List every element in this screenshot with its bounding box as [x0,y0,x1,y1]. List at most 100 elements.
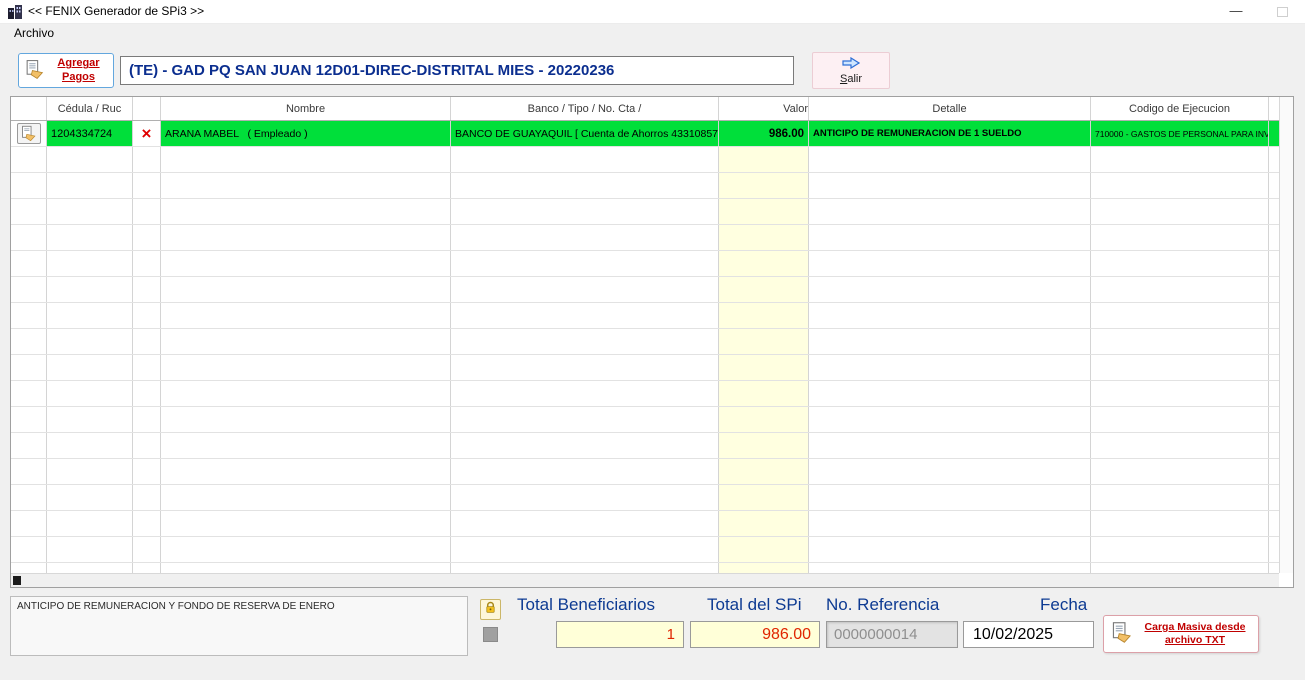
cedula-cell [47,537,133,562]
menubar: Archivo [0,24,1305,42]
valor-cell [719,407,809,432]
valor-cell [719,433,809,458]
detalle-cell [809,433,1091,458]
edit-cell [11,485,47,510]
cedula-cell [47,173,133,198]
edit-cell [11,407,47,432]
empty-row [11,355,1279,381]
edit-row-button[interactable] [16,123,41,144]
valor-cell [719,355,809,380]
salir-button[interactable]: Salir [812,52,890,89]
detalle-cell [809,485,1091,510]
cedula-cell [47,199,133,224]
entity-title-field[interactable]: (TE) - GAD PQ SAN JUAN 12D01-DIREC-DISTR… [120,56,794,85]
toolbar: Agregar Pagos (TE) - GAD PQ SAN JUAN 12D… [0,42,1305,96]
descripcion-textarea[interactable]: ANTICIPO DE REMUNERACION Y FONDO DE RESE… [10,596,468,656]
edit-cell [11,381,47,406]
valor-cell [719,199,809,224]
delete-row-button[interactable]: × [142,125,152,142]
total-beneficiarios-label: Total Beneficiarios [517,595,655,614]
empty-row [11,459,1279,485]
nombre-cell [161,563,451,573]
codigo-cell [1091,407,1269,432]
codigo-cell [1091,199,1269,224]
nombre-cell [161,537,451,562]
header-delete-column [133,97,161,120]
nombre-cell [161,485,451,510]
detalle-cell [809,199,1091,224]
empty-row [11,225,1279,251]
valor-cell [719,225,809,250]
vertical-scrollbar[interactable] [1279,97,1293,573]
codigo-cell [1091,511,1269,536]
total-beneficiarios-field: 1 [556,621,684,648]
nombre-cell [161,381,451,406]
banco-cell [451,355,719,380]
cedula-cell [47,277,133,302]
menu-archivo[interactable]: Archivo [10,26,58,40]
banco-cell [451,173,719,198]
valor-cell [719,485,809,510]
codigo-cell [1091,355,1269,380]
empty-row [11,173,1279,199]
banco-cell [451,147,719,172]
valor-cell: 986.00 [719,121,809,146]
banco-cell [451,303,719,328]
nombre-cell [161,511,451,536]
detalle-cell [809,407,1091,432]
empty-row [11,511,1279,537]
edit-cell [11,121,47,146]
codigo-cell [1091,563,1269,573]
banco-cell [451,381,719,406]
nombre-cell [161,329,451,354]
detalle-cell [809,225,1091,250]
exit-arrow-icon [842,56,861,72]
fecha-field[interactable]: 10/02/2025 [963,621,1094,648]
minimize-button[interactable]: — [1215,0,1257,24]
valor-cell [719,251,809,276]
lock-button[interactable] [480,599,501,620]
edit-cell [11,433,47,458]
empty-row [11,199,1279,225]
empty-row [11,147,1279,173]
horizontal-scrollbar[interactable] [11,573,1279,587]
codigo-cell [1091,537,1269,562]
cedula-cell [47,381,133,406]
detalle-cell [809,563,1091,573]
bulk-load-icon [1110,621,1133,647]
horizontal-scrollbar-thumb[interactable] [13,576,21,585]
maximize-button[interactable] [1261,0,1303,24]
edit-cell [11,199,47,224]
nombre-cell [161,433,451,458]
cedula-cell [47,303,133,328]
banco-cell [451,251,719,276]
edit-cell [11,303,47,328]
nombre-cell [161,407,451,432]
agregar-pagos-button[interactable]: Agregar Pagos [18,53,114,88]
header-codigo: Codigo de Ejecucion [1091,97,1269,120]
nombre-cell [161,199,451,224]
header-detalle: Detalle [809,97,1091,120]
edit-cell [11,537,47,562]
empty-row [11,381,1279,407]
banco-cell [451,199,719,224]
delete-cell [133,381,161,406]
payment-row[interactable]: 1204334724 × ARANA MABEL ( Empleado ) BANCO… [11,121,1279,147]
window-title: << FENIX Generador de SPi3 >> [28,4,205,18]
banco-cell [451,563,719,573]
grid-header-row: Cédula / Ruc Nombre Banco / Tipo / No. C… [11,97,1293,121]
cedula-cell [47,225,133,250]
delete-cell [133,173,161,198]
status-square [483,627,498,642]
delete-cell [133,277,161,302]
edit-cell [11,459,47,484]
fecha-label: Fecha [1040,595,1088,614]
banco-cell [451,511,719,536]
carga-masiva-button[interactable]: Carga Masiva desde archivo TXT [1103,615,1259,653]
app-icon [7,4,23,20]
edit-cell [11,173,47,198]
cedula-cell [47,251,133,276]
delete-cell [133,485,161,510]
cedula-cell [47,433,133,458]
codigo-cell [1091,303,1269,328]
